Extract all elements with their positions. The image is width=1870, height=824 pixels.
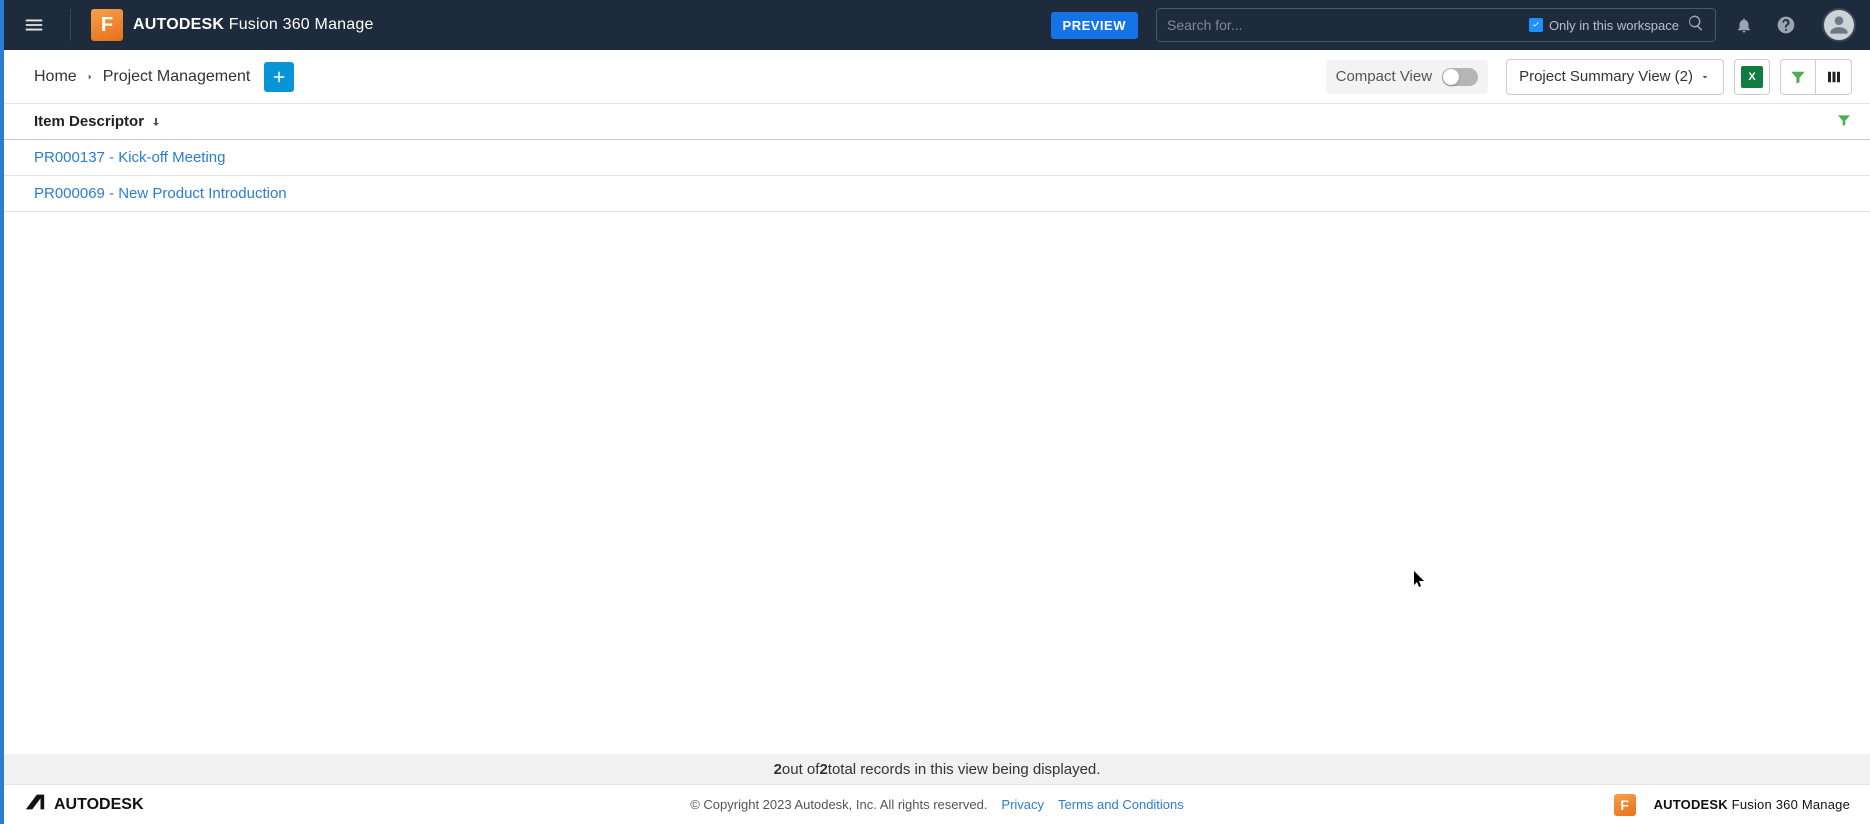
search-icon[interactable] [1687,14,1705,37]
add-item-button[interactable] [264,62,294,92]
status-bar: 2 out of 2 total records in this view be… [4,754,1870,784]
export-excel-button[interactable]: X [1734,59,1770,95]
autodesk-mark-icon [24,791,46,818]
product-logo-icon: F [91,9,123,41]
breadcrumb-current: Project Management [103,68,251,86]
column-filter-icon[interactable] [1836,112,1852,132]
status-text-2: total records in this view being display… [828,761,1101,778]
terms-link[interactable]: Terms and Conditions [1058,797,1184,812]
item-link[interactable]: PR000069 - New Product Introduction [34,185,287,202]
compact-view-label: Compact View [1336,68,1432,85]
header-divider [70,9,71,41]
chevron-down-icon [1699,71,1711,83]
status-count-total: 2 [819,761,827,778]
app-header: F AUTODESK Fusion 360 Manage PREVIEW Onl… [4,0,1870,50]
hamburger-menu-button[interactable] [18,9,50,41]
user-icon [1826,12,1852,38]
bell-icon [1735,16,1753,34]
search-container: Only in this workspace [1156,8,1716,42]
status-count-shown: 2 [774,761,782,778]
brand-light: Fusion 360 Manage [224,16,373,33]
funnel-icon [1789,68,1807,86]
chevron-right-icon [85,72,95,82]
user-avatar-button[interactable] [1822,8,1856,42]
autodesk-wordmark: AUTODESK [54,796,144,814]
help-icon [1776,15,1796,35]
autodesk-logo: AUTODESK [24,791,144,818]
footer-product-badge: F AUTODESK Fusion 360 Manage [1614,794,1850,816]
sort-descending-icon[interactable] [150,116,162,128]
workspace-only-checkbox[interactable] [1529,18,1543,32]
footer: AUTODESK © Copyright 2023 Autodesk, Inc.… [4,784,1870,824]
item-link[interactable]: PR000137 - Kick-off Meeting [34,149,226,166]
product-logo-small-icon: F [1614,794,1636,816]
column-header-row: Item Descriptor [4,104,1870,140]
view-selector-dropdown[interactable]: Project Summary View (2) [1506,59,1724,95]
help-button[interactable] [1772,15,1800,35]
columns-button[interactable] [1816,59,1852,95]
toggle-knob [1443,69,1459,85]
hamburger-icon [23,14,45,36]
brand-bold: AUTODESK [133,16,224,33]
sub-header: Home Project Management Compact View Pro… [4,50,1870,104]
footer-center: © Copyright 2023 Autodesk, Inc. All righ… [690,797,1184,812]
view-tools-group [1780,59,1852,95]
columns-icon [1825,68,1843,86]
table-row: PR000069 - New Product Introduction [4,176,1870,212]
privacy-link[interactable]: Privacy [1001,797,1044,812]
status-text-1: out of [782,761,820,778]
product-name: AUTODESK Fusion 360 Manage [133,16,374,34]
compact-view-toggle[interactable] [1442,68,1478,86]
breadcrumb: Home Project Management [34,68,250,86]
search-input[interactable] [1167,17,1529,33]
table-row: PR000137 - Kick-off Meeting [4,140,1870,176]
view-selector-label: Project Summary View (2) [1519,68,1693,85]
notifications-button[interactable] [1730,16,1758,34]
check-icon [1531,20,1541,30]
filter-button[interactable] [1780,59,1816,95]
plus-icon [270,68,288,86]
table-body: PR000137 - Kick-off Meeting PR000069 - N… [4,140,1870,754]
excel-icon: X [1741,66,1763,88]
compact-view-control: Compact View [1326,60,1488,94]
preview-badge: PREVIEW [1051,12,1138,39]
breadcrumb-home[interactable]: Home [34,68,77,86]
copyright-text: © Copyright 2023 Autodesk, Inc. All righ… [690,797,987,812]
workspace-only-label: Only in this workspace [1549,18,1679,33]
footer-product-name: AUTODESK Fusion 360 Manage [1654,797,1850,812]
column-header-item-descriptor[interactable]: Item Descriptor [34,113,144,130]
